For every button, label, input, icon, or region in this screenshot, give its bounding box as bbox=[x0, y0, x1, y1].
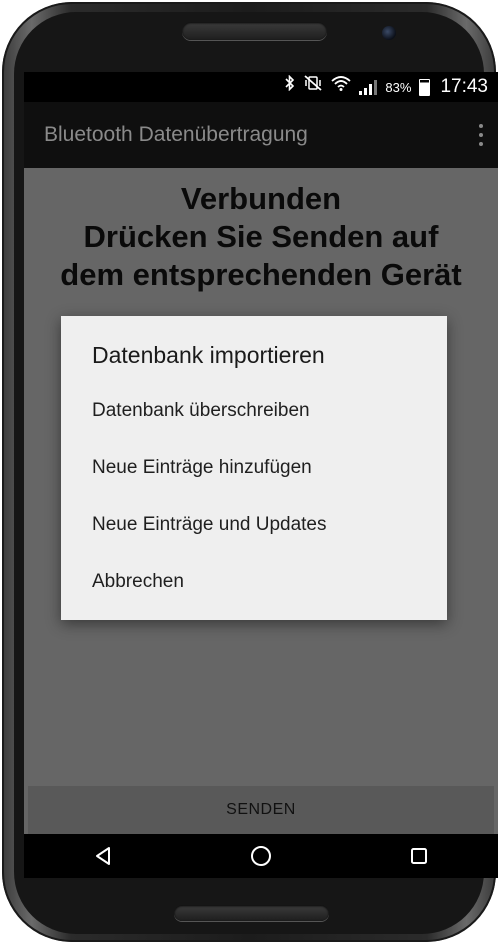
front-camera bbox=[382, 26, 396, 40]
screen: 83% 17:43 Bluetooth Datenübertragung Ver… bbox=[24, 72, 498, 878]
option-cancel[interactable]: Abbrechen bbox=[92, 562, 422, 602]
import-database-dialog: Datenbank importieren Datenbank überschr… bbox=[61, 316, 447, 620]
status-line: Drücken Sie Senden auf bbox=[83, 219, 439, 254]
status-bar: 83% 17:43 bbox=[24, 72, 498, 102]
top-speaker bbox=[182, 22, 327, 40]
option-add-new-entries[interactable]: Neue Einträge hinzufügen bbox=[92, 448, 422, 488]
connection-status-message: Verbunden Drücken Sie Senden auf dem ent… bbox=[24, 180, 498, 294]
dialog-title: Datenbank importieren bbox=[92, 342, 325, 368]
vibrate-mute-icon bbox=[303, 72, 323, 102]
status-line: Verbunden bbox=[180, 181, 342, 216]
status-icons: 83% 17:43 bbox=[285, 72, 488, 102]
option-overwrite-database[interactable]: Datenbank überschreiben bbox=[92, 391, 422, 431]
app-bar: Bluetooth Datenübertragung bbox=[24, 102, 498, 168]
back-triangle-icon[interactable] bbox=[83, 836, 123, 876]
option-new-entries-and-updates[interactable]: Neue Einträge und Updates bbox=[92, 505, 422, 545]
recents-square-icon[interactable] bbox=[399, 836, 439, 876]
home-circle-icon[interactable] bbox=[241, 836, 281, 876]
bluetooth-icon bbox=[285, 72, 295, 102]
clock: 17:43 bbox=[440, 76, 488, 97]
status-line: dem entsprechenden Gerät bbox=[60, 257, 462, 292]
battery-percent: 83% bbox=[385, 79, 412, 95]
battery-charging-icon bbox=[419, 78, 431, 96]
navigation-bar bbox=[24, 834, 498, 878]
signal-icon bbox=[359, 79, 378, 95]
send-button[interactable]: SENDEN bbox=[28, 786, 494, 834]
wifi-icon bbox=[331, 72, 352, 102]
more-vert-icon[interactable] bbox=[474, 120, 488, 150]
app-title: Bluetooth Datenübertragung bbox=[44, 123, 308, 146]
bottom-speaker bbox=[174, 905, 329, 921]
